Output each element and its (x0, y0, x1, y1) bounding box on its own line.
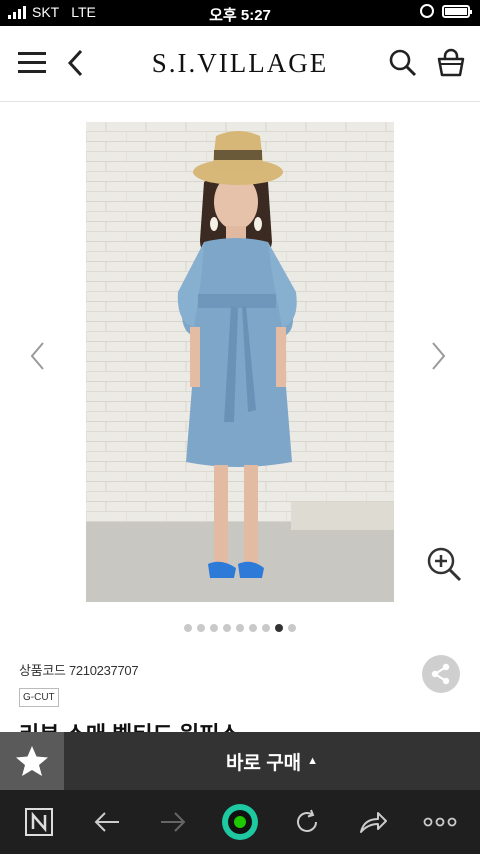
gallery-pagination (0, 624, 480, 632)
caret-up-icon: ▲ (307, 755, 319, 767)
pagination-dot[interactable] (184, 624, 192, 632)
search-icon[interactable] (388, 48, 418, 78)
app-header: S.I.VILLAGE (0, 26, 480, 102)
browser-toolbar (0, 790, 480, 854)
status-time: 오후 5:27 (209, 7, 271, 24)
pagination-dot[interactable] (197, 624, 205, 632)
naver-home-icon[interactable] (22, 804, 56, 840)
buy-now-label: 바로 구매 (225, 752, 302, 774)
prev-arrow-icon[interactable] (28, 341, 48, 371)
product-photo[interactable] (86, 122, 394, 602)
zoom-in-icon[interactable] (426, 546, 462, 582)
orientation-lock-icon (420, 4, 434, 18)
product-gallery[interactable] (0, 103, 480, 643)
pagination-dot[interactable] (275, 624, 283, 632)
battery-icon (442, 4, 472, 18)
product-code: 상품코드 7210237707 (19, 663, 139, 678)
wishlist-button[interactable] (0, 732, 64, 790)
star-icon (16, 746, 48, 776)
pagination-dot[interactable] (223, 624, 231, 632)
pagination-dot[interactable] (210, 624, 218, 632)
back-icon[interactable] (66, 48, 86, 78)
share-arrow-icon[interactable] (356, 804, 390, 840)
buy-bar: 바로 구매 ▲ (0, 732, 480, 790)
forward-arrow-icon[interactable] (156, 804, 190, 840)
menu-icon[interactable] (18, 52, 46, 74)
green-dot-icon[interactable] (219, 804, 261, 840)
status-bar: SKT LTE 오후 5:27 (0, 0, 480, 26)
pagination-dot[interactable] (288, 624, 296, 632)
refresh-icon[interactable] (290, 804, 324, 840)
buy-now-button[interactable]: 바로 구매 ▲ (64, 732, 480, 790)
shopping-bag-icon[interactable] (436, 48, 466, 78)
pagination-dot[interactable] (249, 624, 257, 632)
share-icon (431, 663, 450, 685)
more-icon[interactable] (420, 804, 460, 840)
pagination-dot[interactable] (262, 624, 270, 632)
pagination-dot[interactable] (236, 624, 244, 632)
share-button[interactable] (422, 655, 460, 693)
back-arrow-icon[interactable] (90, 804, 124, 840)
brand-tag[interactable]: G-CUT (19, 688, 59, 707)
next-arrow-icon[interactable] (428, 341, 448, 371)
